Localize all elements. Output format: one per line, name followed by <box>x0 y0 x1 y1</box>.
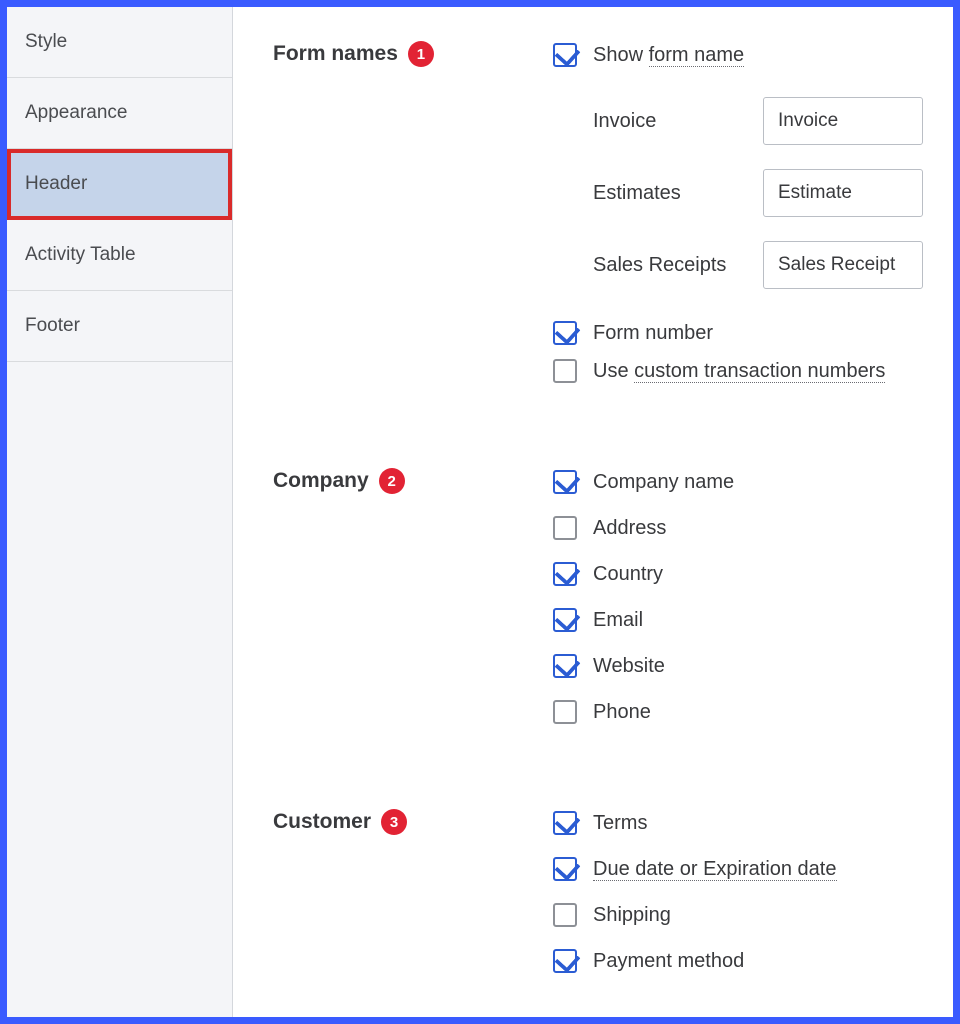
payment-method-row: Payment method <box>553 947 953 975</box>
website-row: Website <box>553 652 953 680</box>
website-label: Website <box>593 655 665 678</box>
sidebar-item-style[interactable]: Style <box>7 7 232 78</box>
due-date-help-link[interactable]: Due date or Expiration date <box>593 858 837 881</box>
sidebar-item-activity-table[interactable]: Activity Table <box>7 220 232 291</box>
form-name-help-link[interactable]: form name <box>649 44 745 67</box>
due-date-row: Due date or Expiration date <box>553 855 953 883</box>
company-name-checkbox[interactable] <box>553 470 577 494</box>
email-label: Email <box>593 609 643 632</box>
section-form-names: Form names 1 Show form name Invoice Esti… <box>273 41 953 403</box>
due-date-checkbox[interactable] <box>553 857 577 881</box>
field-row-estimates: Estimates <box>553 169 953 217</box>
field-label: Sales Receipts <box>593 254 763 277</box>
show-form-name-row: Show form name <box>553 41 953 69</box>
custom-txn-help-link[interactable]: custom transaction numbers <box>634 360 885 383</box>
custom-txn-checkbox[interactable] <box>553 359 577 383</box>
section-title: Customer 3 <box>273 809 553 835</box>
estimates-name-input[interactable] <box>763 169 923 217</box>
section-title-text: Customer <box>273 810 371 834</box>
country-checkbox[interactable] <box>553 562 577 586</box>
field-label: Estimates <box>593 182 763 205</box>
website-checkbox[interactable] <box>553 654 577 678</box>
annotation-badge-1: 1 <box>408 41 434 67</box>
phone-label: Phone <box>593 701 651 724</box>
form-number-checkbox[interactable] <box>553 321 577 345</box>
section-title: Company 2 <box>273 468 553 494</box>
sidebar-item-appearance[interactable]: Appearance <box>7 78 232 149</box>
email-row: Email <box>553 606 953 634</box>
payment-method-label: Payment method <box>593 950 744 973</box>
invoice-name-input[interactable] <box>763 97 923 145</box>
address-label: Address <box>593 517 666 540</box>
sidebar-item-footer[interactable]: Footer <box>7 291 232 362</box>
content-pane: Form names 1 Show form name Invoice Esti… <box>233 7 953 1017</box>
company-name-row: Company name <box>553 468 953 496</box>
section-title-text: Company <box>273 469 369 493</box>
section-customer: Customer 3 Terms Due date or Expiration … <box>273 809 953 993</box>
sales-receipts-name-input[interactable] <box>763 241 923 289</box>
app-frame: Style Appearance Header Activity Table F… <box>0 0 960 1024</box>
shipping-checkbox[interactable] <box>553 903 577 927</box>
shipping-row: Shipping <box>553 901 953 929</box>
field-row-sales-receipts: Sales Receipts <box>553 241 953 289</box>
address-row: Address <box>553 514 953 542</box>
country-row: Country <box>553 560 953 588</box>
phone-checkbox[interactable] <box>553 700 577 724</box>
annotation-badge-2: 2 <box>379 468 405 494</box>
custom-txn-label: Use custom transaction numbers <box>593 360 885 383</box>
terms-checkbox[interactable] <box>553 811 577 835</box>
section-company: Company 2 Company name Address Country <box>273 468 953 744</box>
field-label: Invoice <box>593 110 763 133</box>
company-name-label: Company name <box>593 471 734 494</box>
custom-txn-row: Use custom transaction numbers <box>553 357 953 385</box>
sidebar: Style Appearance Header Activity Table F… <box>7 7 233 1017</box>
sidebar-item-header[interactable]: Header <box>7 149 232 220</box>
section-title: Form names 1 <box>273 41 553 67</box>
payment-method-checkbox[interactable] <box>553 949 577 973</box>
section-title-text: Form names <box>273 42 398 66</box>
country-label: Country <box>593 563 663 586</box>
form-number-label: Form number <box>593 322 713 345</box>
show-form-name-checkbox[interactable] <box>553 43 577 67</box>
shipping-label: Shipping <box>593 904 671 927</box>
terms-row: Terms <box>553 809 953 837</box>
due-date-label: Due date or Expiration date <box>593 858 837 881</box>
email-checkbox[interactable] <box>553 608 577 632</box>
form-number-row: Form number <box>553 319 953 347</box>
field-row-invoice: Invoice <box>553 97 953 145</box>
show-form-name-label: Show form name <box>593 44 744 67</box>
address-checkbox[interactable] <box>553 516 577 540</box>
terms-label: Terms <box>593 812 647 835</box>
annotation-badge-3: 3 <box>381 809 407 835</box>
phone-row: Phone <box>553 698 953 726</box>
